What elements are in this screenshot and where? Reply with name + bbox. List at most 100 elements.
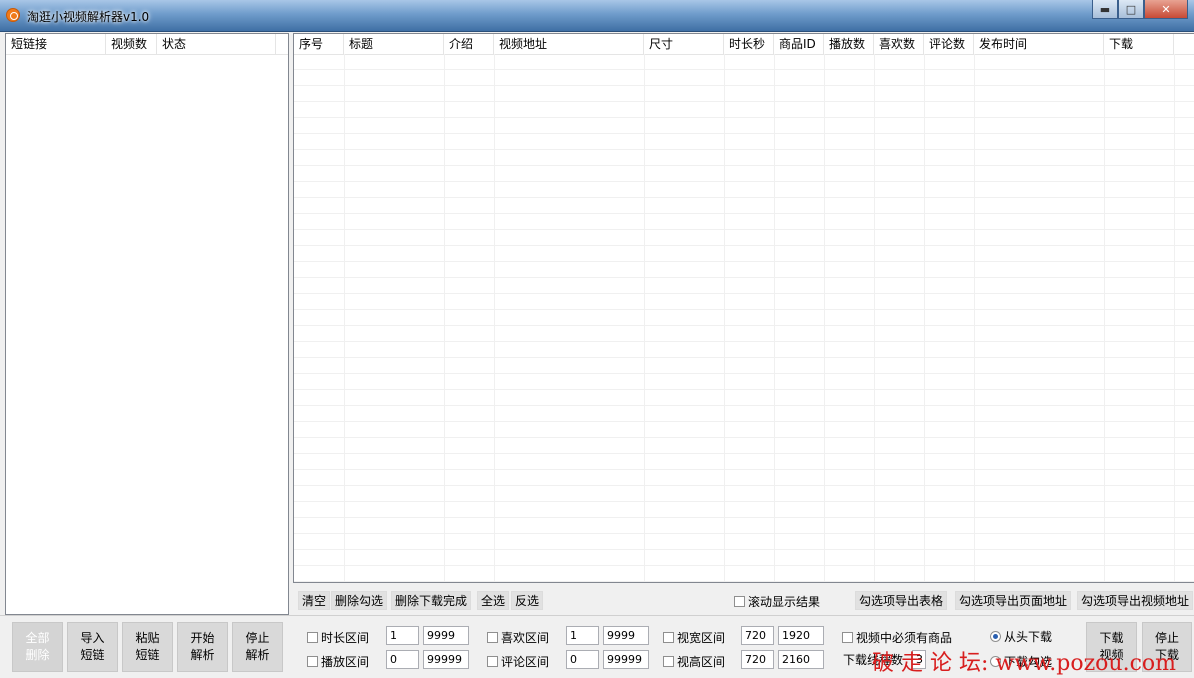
column-header-duration[interactable]: 时长秒 xyxy=(724,34,774,54)
width-filter-checkbox[interactable] xyxy=(663,632,674,643)
grid-divider xyxy=(1174,54,1175,582)
export-table-button[interactable]: 勾选项导出表格 xyxy=(855,591,948,610)
grid-divider xyxy=(644,54,645,582)
list-header: 短链接 视频数 状态 xyxy=(6,34,288,55)
maximize-button[interactable]: □ xyxy=(1118,0,1144,19)
column-header-size[interactable]: 尺寸 xyxy=(644,34,724,54)
column-header-likes[interactable]: 喜欢数 xyxy=(874,34,924,54)
delete-all-button[interactable]: 全部 删除 xyxy=(12,622,63,672)
scroll-results-option[interactable]: 滚动显示结果 xyxy=(734,593,820,610)
import-label-1: 导入 xyxy=(80,631,105,645)
export-page-urls-button[interactable]: 勾选项导出页面地址 xyxy=(955,591,1072,610)
grid-divider xyxy=(494,54,495,582)
plays-filter-checkbox[interactable] xyxy=(307,656,318,667)
column-header-download[interactable]: 下载 xyxy=(1104,34,1174,54)
download-from-start-option[interactable]: 从头下载 xyxy=(990,628,1052,645)
duration-filter-checkbox[interactable] xyxy=(307,632,318,643)
app-icon xyxy=(6,8,20,22)
column-header-product-id[interactable]: 商品ID xyxy=(774,34,824,54)
width-min-input[interactable]: 720 xyxy=(741,626,774,645)
must-have-product-checkbox[interactable] xyxy=(842,632,853,643)
column-header-video-count[interactable]: 视频数 xyxy=(106,34,157,54)
grid-divider xyxy=(1104,54,1105,582)
grid-divider xyxy=(344,54,345,582)
comments-filter-option[interactable]: 评论区间 xyxy=(487,653,549,670)
width-filter-label: 视宽区间 xyxy=(677,631,726,645)
close-button[interactable]: ✕ xyxy=(1144,0,1188,19)
window-title: 淘逛小视频解析器v1.0 xyxy=(27,10,150,24)
duration-filter-option[interactable]: 时长区间 xyxy=(307,629,369,646)
start-label-2: 解析 xyxy=(190,648,215,662)
delete-checked-button[interactable]: 删除勾选 xyxy=(331,591,388,610)
likes-filter-option[interactable]: 喜欢区间 xyxy=(487,629,549,646)
plays-filter-label: 播放区间 xyxy=(321,655,370,669)
height-filter-option[interactable]: 视高区间 xyxy=(663,653,725,670)
short-link-list[interactable]: 短链接 视频数 状态 xyxy=(5,33,289,615)
likes-min-input[interactable]: 1 xyxy=(566,626,599,645)
plays-max-input[interactable]: 99999 xyxy=(423,650,469,669)
grid-divider xyxy=(924,54,925,582)
import-links-button[interactable]: 导入 短链 xyxy=(67,622,118,672)
duration-filter-label: 时长区间 xyxy=(321,631,370,645)
height-filter-checkbox[interactable] xyxy=(663,656,674,667)
scroll-results-checkbox[interactable] xyxy=(734,596,745,607)
comments-max-input[interactable]: 99999 xyxy=(603,650,649,669)
duration-max-input[interactable]: 9999 xyxy=(423,626,469,645)
column-header-short-link[interactable]: 短链接 xyxy=(6,34,106,54)
clear-button[interactable]: 清空 xyxy=(298,591,331,610)
plays-filter-option[interactable]: 播放区间 xyxy=(307,653,369,670)
grid-divider xyxy=(824,54,825,582)
plays-min-input[interactable]: 0 xyxy=(386,650,419,669)
stop-parse-button[interactable]: 停止 解析 xyxy=(232,622,283,672)
video-table[interactable]: 序号 标题 介绍 视频地址 尺寸 时长秒 商品ID 播放数 喜欢数 评论数 发布… xyxy=(293,33,1194,583)
stop-parse-label-1: 停止 xyxy=(245,631,270,645)
download-from-start-radio[interactable] xyxy=(990,631,1001,642)
paste-label-1: 粘贴 xyxy=(135,631,160,645)
column-header-publish-time[interactable]: 发布时间 xyxy=(974,34,1104,54)
window-controls: ▬ □ ✕ xyxy=(1092,0,1188,20)
column-header-plays[interactable]: 播放数 xyxy=(824,34,874,54)
height-min-input[interactable]: 720 xyxy=(741,650,774,669)
start-label-1: 开始 xyxy=(190,631,215,645)
column-header-title[interactable]: 标题 xyxy=(344,34,444,54)
download-videos-label-1: 下载 xyxy=(1099,631,1124,645)
grid-divider xyxy=(724,54,725,582)
invert-selection-button[interactable]: 反选 xyxy=(511,591,544,610)
column-header-video-url[interactable]: 视频地址 xyxy=(494,34,644,54)
paste-label-2: 短链 xyxy=(135,648,160,662)
comments-filter-label: 评论区间 xyxy=(501,655,550,669)
stop-download-label-1: 停止 xyxy=(1154,631,1179,645)
likes-filter-label: 喜欢区间 xyxy=(501,631,550,645)
likes-filter-checkbox[interactable] xyxy=(487,632,498,643)
column-header-status[interactable]: 状态 xyxy=(157,34,276,54)
delete-all-label-2: 删除 xyxy=(25,648,50,662)
grid-divider xyxy=(444,54,445,582)
grid-divider xyxy=(874,54,875,582)
stop-parse-label-2: 解析 xyxy=(245,648,270,662)
grid-divider xyxy=(974,54,975,582)
column-header-comments[interactable]: 评论数 xyxy=(924,34,974,54)
paste-links-button[interactable]: 粘贴 短链 xyxy=(122,622,173,672)
select-all-button[interactable]: 全选 xyxy=(477,591,510,610)
comments-min-input[interactable]: 0 xyxy=(566,650,599,669)
duration-min-input[interactable]: 1 xyxy=(386,626,419,645)
start-parse-button[interactable]: 开始 解析 xyxy=(177,622,228,672)
delete-all-label-1: 全部 xyxy=(25,631,50,645)
comments-filter-checkbox[interactable] xyxy=(487,656,498,667)
table-header: 序号 标题 介绍 视频地址 尺寸 时长秒 商品ID 播放数 喜欢数 评论数 发布… xyxy=(294,34,1194,55)
height-filter-label: 视高区间 xyxy=(677,655,726,669)
height-max-input[interactable]: 2160 xyxy=(778,650,824,669)
width-max-input[interactable]: 1920 xyxy=(778,626,824,645)
likes-max-input[interactable]: 9999 xyxy=(603,626,649,645)
delete-downloaded-button[interactable]: 删除下载完成 xyxy=(391,591,472,610)
table-grid xyxy=(294,54,1194,582)
must-have-product-label: 视频中必须有商品 xyxy=(856,631,953,645)
column-header-intro[interactable]: 介绍 xyxy=(444,34,494,54)
must-have-product-option[interactable]: 视频中必须有商品 xyxy=(842,629,952,646)
minimize-button[interactable]: ▬ xyxy=(1092,0,1118,19)
download-from-start-label: 从头下载 xyxy=(1004,630,1053,644)
width-filter-option[interactable]: 视宽区间 xyxy=(663,629,725,646)
grid-divider xyxy=(774,54,775,582)
column-header-index[interactable]: 序号 xyxy=(294,34,344,54)
export-video-urls-button[interactable]: 勾选项导出视频地址 xyxy=(1077,591,1194,610)
